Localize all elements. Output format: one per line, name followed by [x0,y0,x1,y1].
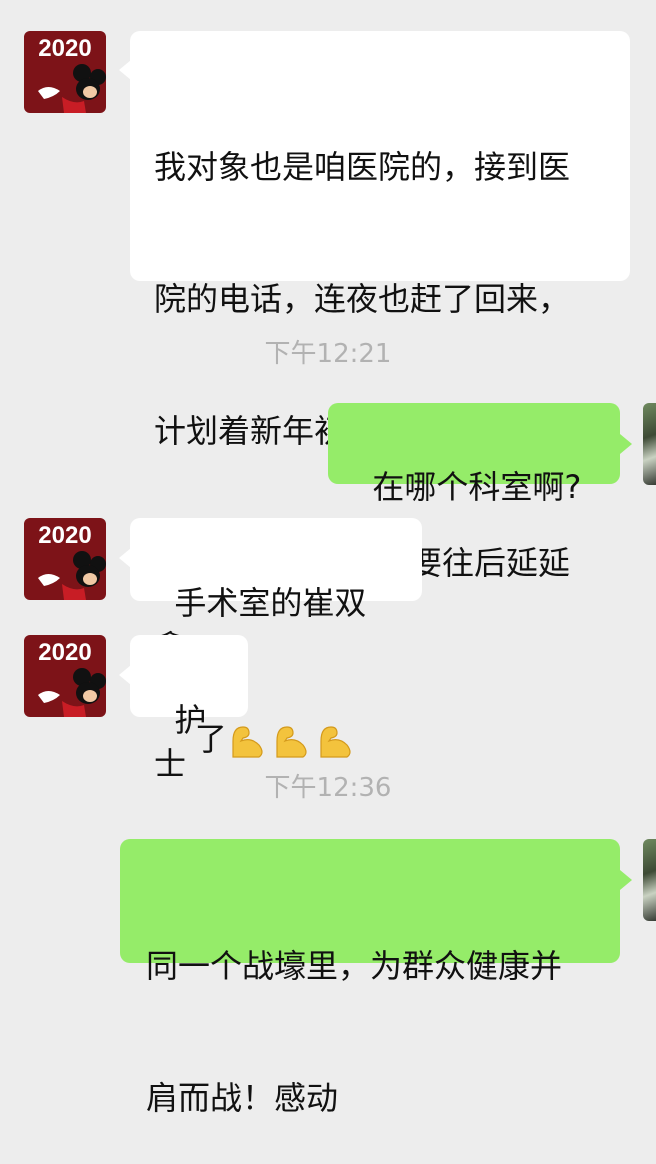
bubble-tail [620,434,632,454]
message-bubble-outgoing[interactable]: 同一个战壕里，为群众健康并 肩而战！感动 [120,839,620,1117]
mickey-icon [38,668,106,717]
mickey-icon [38,64,106,113]
avatar-year-label: 2020 [38,522,92,549]
avatar-year-label: 2020 [38,35,92,62]
message-text-line: 同一个战壕里，为群众健康并 [146,947,563,985]
flexed-biceps-icon [232,726,351,758]
contact-avatar[interactable]: 2020 [24,635,106,717]
message-text-line: 院的电话，连夜也赶了回来， [154,280,571,318]
contact-avatar[interactable]: 2020 [24,518,106,600]
message-text-line: 我对象也是咱医院的，接到医 [154,148,571,186]
self-avatar[interactable] [643,403,656,485]
message-text: 在哪个科室啊? [372,468,582,506]
message-bubble-outgoing[interactable]: 在哪个科室啊? [328,403,620,506]
bubble-tail [620,870,632,890]
message-bubble[interactable]: 手术室的崔双鑫 [130,518,422,666]
contact-avatar[interactable]: 2020 [24,31,106,113]
avatar-year-label: 2020 [38,639,92,666]
message-bubble[interactable]: 我对象也是咱医院的，接到医 院的电话，连夜也赶了回来， 计划着新年初九要去安阳父… [130,31,630,758]
mickey-icon [38,551,106,600]
message-bubble[interactable]: 护士 [130,635,248,783]
timestamp: 下午12:21 [264,339,392,369]
message-text-line: 肩而战！感动 [146,1079,339,1117]
timestamp: 下午12:36 [264,773,392,803]
self-avatar[interactable] [643,839,656,921]
